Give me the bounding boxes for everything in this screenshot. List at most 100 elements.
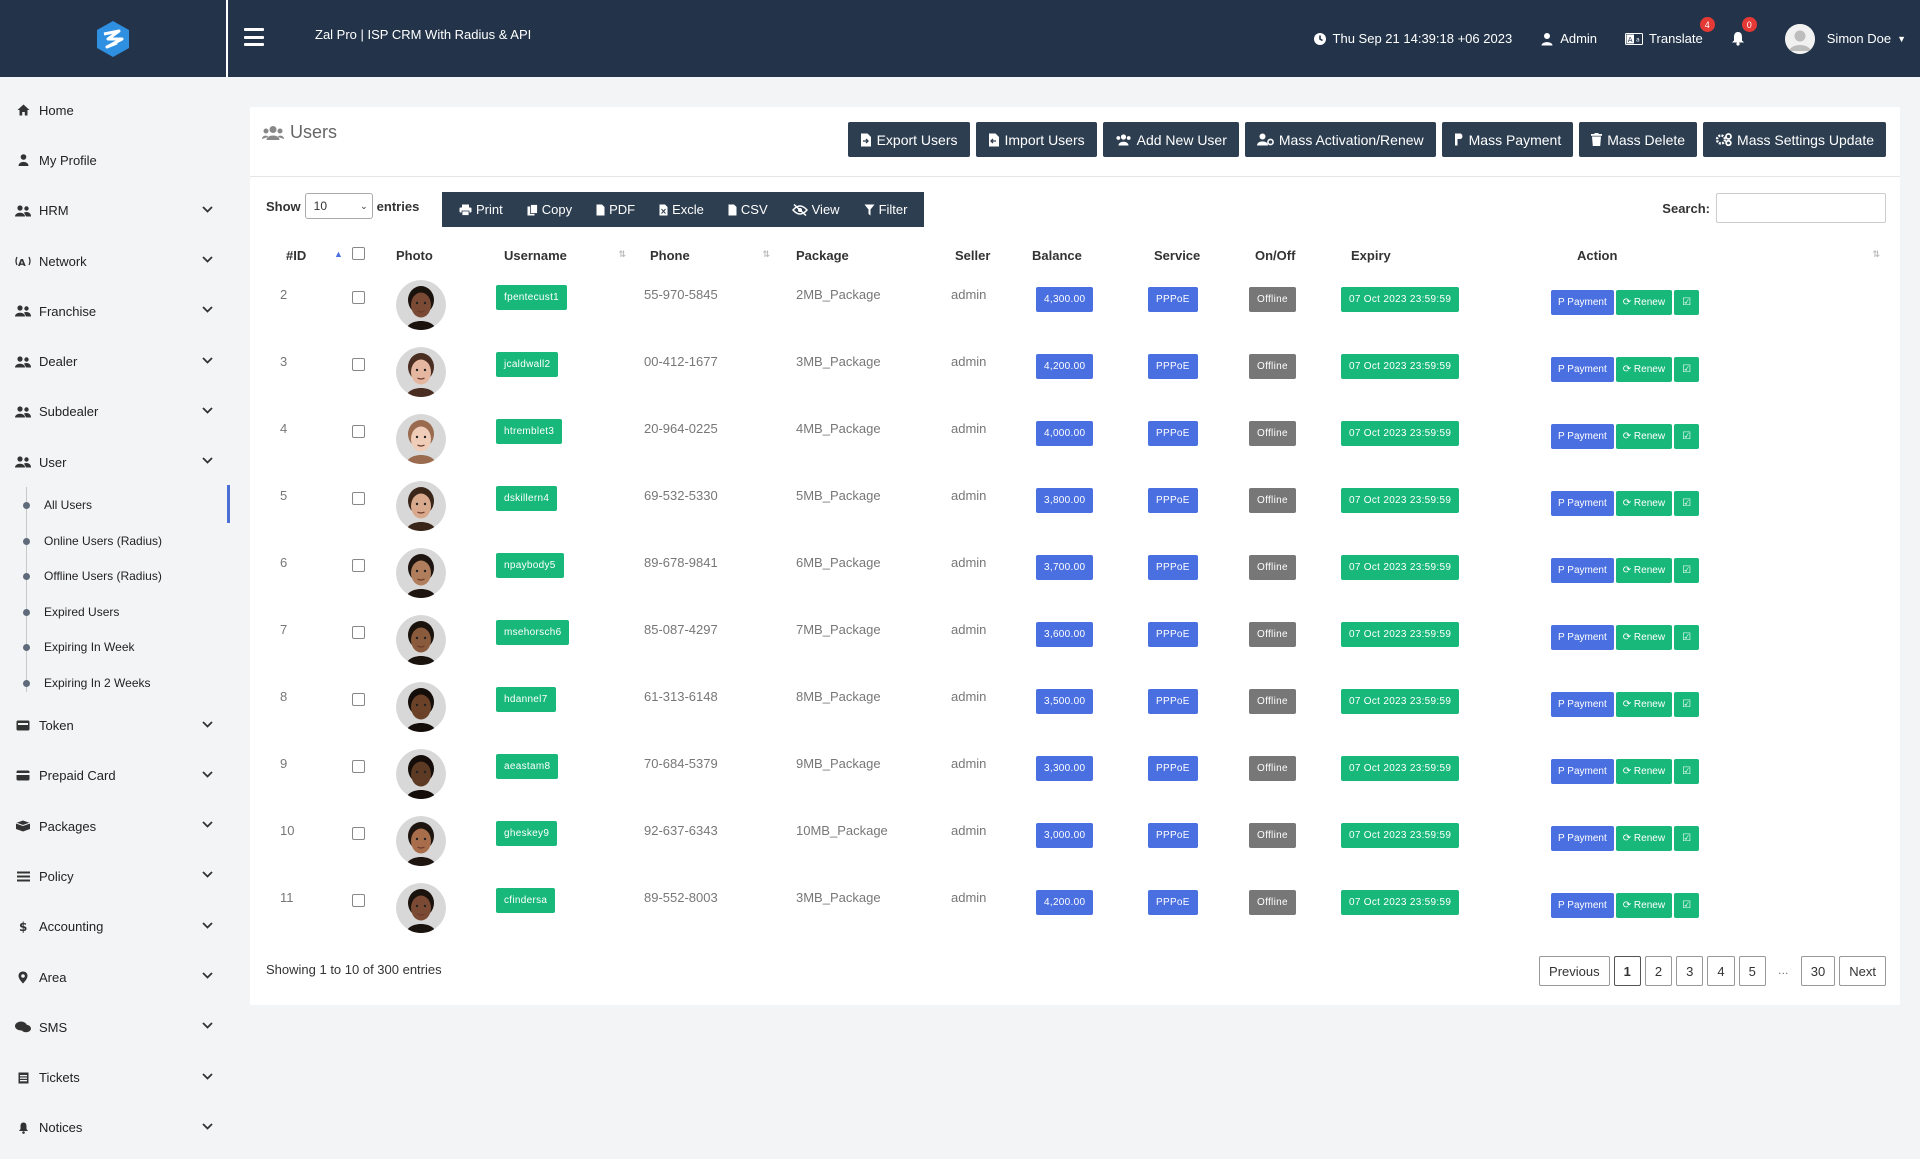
username-badge[interactable]: cfindersa — [496, 888, 556, 913]
translate-link[interactable]: Aa Translate 4 — [1625, 17, 1715, 46]
col-username[interactable]: Username ⇅ — [496, 238, 644, 272]
mass-settings-update-button[interactable]: Mass Settings Update — [1703, 122, 1886, 157]
renew-button[interactable]: ⟳ Renew — [1615, 290, 1673, 315]
renew-button[interactable]: ⟳ Renew — [1615, 759, 1673, 784]
payment-button[interactable]: P Payment — [1551, 290, 1614, 315]
col-seller[interactable]: Seller — [937, 238, 1020, 272]
col-photo[interactable]: Photo — [396, 238, 496, 272]
payment-button[interactable]: P Payment — [1551, 424, 1614, 449]
col-expiry[interactable]: Expiry — [1341, 238, 1551, 272]
check-button[interactable]: ☑ — [1674, 290, 1700, 315]
renew-button[interactable]: ⟳ Renew — [1615, 558, 1673, 583]
check-button[interactable]: ☑ — [1674, 558, 1700, 583]
search-input[interactable] — [1716, 193, 1886, 223]
view-button[interactable]: View — [780, 202, 852, 217]
sidebar-item-policy[interactable]: Policy — [0, 851, 228, 901]
sidebar-item-subdealer[interactable]: Subdealer — [0, 387, 228, 437]
page-5-button[interactable]: 5 — [1738, 956, 1766, 986]
col-id[interactable]: #ID ▲ — [266, 238, 343, 272]
username-badge[interactable]: aeastam8 — [496, 754, 559, 779]
check-button[interactable]: ☑ — [1674, 893, 1700, 918]
check-button[interactable]: ☑ — [1674, 357, 1700, 382]
pdf-button[interactable]: PDF — [584, 202, 647, 217]
sidebar-item-dealer[interactable]: Dealer — [0, 336, 228, 386]
username-badge[interactable]: gheskey9 — [496, 821, 558, 846]
row-checkbox[interactable] — [352, 894, 365, 907]
sidebar-subitem-all-users[interactable]: All Users — [23, 485, 230, 523]
row-checkbox[interactable] — [352, 626, 365, 639]
print-button[interactable]: Print — [447, 202, 515, 217]
renew-button[interactable]: ⟳ Renew — [1615, 692, 1673, 717]
col-package[interactable]: Package — [782, 238, 937, 272]
row-checkbox[interactable] — [352, 559, 365, 572]
sidebar-subitem-expiring-in-2-weeks[interactable]: Expiring In 2 Weeks — [23, 665, 228, 701]
col-action[interactable]: Action ⇅ — [1551, 238, 1888, 272]
payment-button[interactable]: P Payment — [1551, 558, 1614, 583]
page-3-button[interactable]: 3 — [1676, 956, 1704, 986]
payment-button[interactable]: P Payment — [1551, 357, 1614, 382]
add-new-user-button[interactable]: Add New User — [1102, 122, 1239, 157]
admin-link[interactable]: Admin — [1540, 31, 1597, 46]
excle-button[interactable]: Excle — [647, 202, 716, 217]
sidebar-item-tickets[interactable]: Tickets — [0, 1052, 228, 1102]
username-badge[interactable]: npaybody5 — [496, 553, 564, 578]
check-button[interactable]: ☑ — [1674, 692, 1700, 717]
col-service[interactable]: Service — [1136, 238, 1241, 272]
username-badge[interactable]: dskillern4 — [496, 486, 558, 511]
payment-button[interactable]: P Payment — [1551, 625, 1614, 650]
username-badge[interactable]: msehorsch6 — [496, 620, 570, 645]
page-30-button[interactable]: 30 — [1800, 956, 1836, 986]
filter-button[interactable]: Filter — [852, 202, 920, 217]
import-users-button[interactable]: Import Users — [975, 122, 1097, 157]
sidebar-item-network[interactable]: A Network — [0, 236, 228, 286]
app-logo-icon[interactable] — [95, 20, 131, 58]
sidebar-item-token[interactable]: Token — [0, 700, 228, 750]
sidebar-subitem-offline-users-radius[interactable]: Offline Users (Radius) — [23, 558, 228, 594]
previous-button[interactable]: Previous — [1539, 956, 1610, 986]
sidebar-item-hrm[interactable]: HRM — [0, 186, 228, 236]
check-button[interactable]: ☑ — [1674, 759, 1700, 784]
sidebar-item-sms[interactable]: SMS — [0, 1002, 228, 1052]
copy-button[interactable]: Copy — [515, 202, 584, 217]
row-checkbox[interactable] — [352, 827, 365, 840]
username-badge[interactable]: hdannel7 — [496, 687, 556, 712]
export-users-button[interactable]: Export Users — [847, 122, 970, 157]
sidebar-item-franchise[interactable]: Franchise — [0, 286, 228, 336]
sidebar-subitem-expired-users[interactable]: Expired Users — [23, 594, 228, 630]
page-2-button[interactable]: 2 — [1644, 956, 1673, 986]
sidebar-item-packages[interactable]: Packages — [0, 801, 228, 851]
col-balance[interactable]: Balance — [1020, 238, 1136, 272]
check-button[interactable]: ☑ — [1674, 424, 1700, 449]
renew-button[interactable]: ⟳ Renew — [1615, 491, 1673, 516]
csv-button[interactable]: CSV — [716, 202, 780, 217]
next-button[interactable]: Next — [1839, 956, 1886, 986]
page-1-button[interactable]: 1 — [1613, 956, 1641, 986]
payment-button[interactable]: P Payment — [1551, 759, 1614, 784]
renew-button[interactable]: ⟳ Renew — [1615, 357, 1673, 382]
col-onoff[interactable]: On/Off — [1241, 238, 1341, 272]
sidebar-item-home[interactable]: Home — [0, 85, 228, 135]
username-badge[interactable]: htremblet3 — [496, 419, 563, 444]
sidebar-item-notices[interactable]: Notices — [0, 1103, 228, 1153]
renew-button[interactable]: ⟳ Renew — [1615, 424, 1673, 449]
payment-button[interactable]: P Payment — [1551, 491, 1614, 516]
payment-button[interactable]: P Payment — [1551, 692, 1614, 717]
mass-delete-button[interactable]: Mass Delete — [1579, 122, 1698, 157]
check-button[interactable]: ☑ — [1674, 625, 1700, 650]
select-all-checkbox[interactable] — [352, 247, 365, 260]
row-checkbox[interactable] — [352, 358, 365, 371]
sidebar-item-accounting[interactable]: $ Accounting — [0, 902, 228, 952]
mass-activation-renew-button[interactable]: Mass Activation/Renew — [1244, 122, 1436, 157]
row-checkbox[interactable] — [352, 760, 365, 773]
payment-button[interactable]: P Payment — [1551, 893, 1614, 918]
row-checkbox[interactable] — [352, 425, 365, 438]
entries-select[interactable]: 10 ⌄ — [304, 193, 373, 219]
sidebar-item-area[interactable]: Area — [0, 952, 228, 1002]
sidebar-subitem-online-users-radius[interactable]: Online Users (Radius) — [23, 523, 228, 559]
row-checkbox[interactable] — [352, 693, 365, 706]
renew-button[interactable]: ⟳ Renew — [1615, 625, 1673, 650]
user-menu[interactable]: Simon Doe ▼ — [1784, 23, 1906, 54]
payment-button[interactable]: P Payment — [1551, 826, 1614, 851]
check-button[interactable]: ☑ — [1674, 826, 1700, 851]
notifications-button[interactable]: 0 — [1731, 17, 1757, 46]
